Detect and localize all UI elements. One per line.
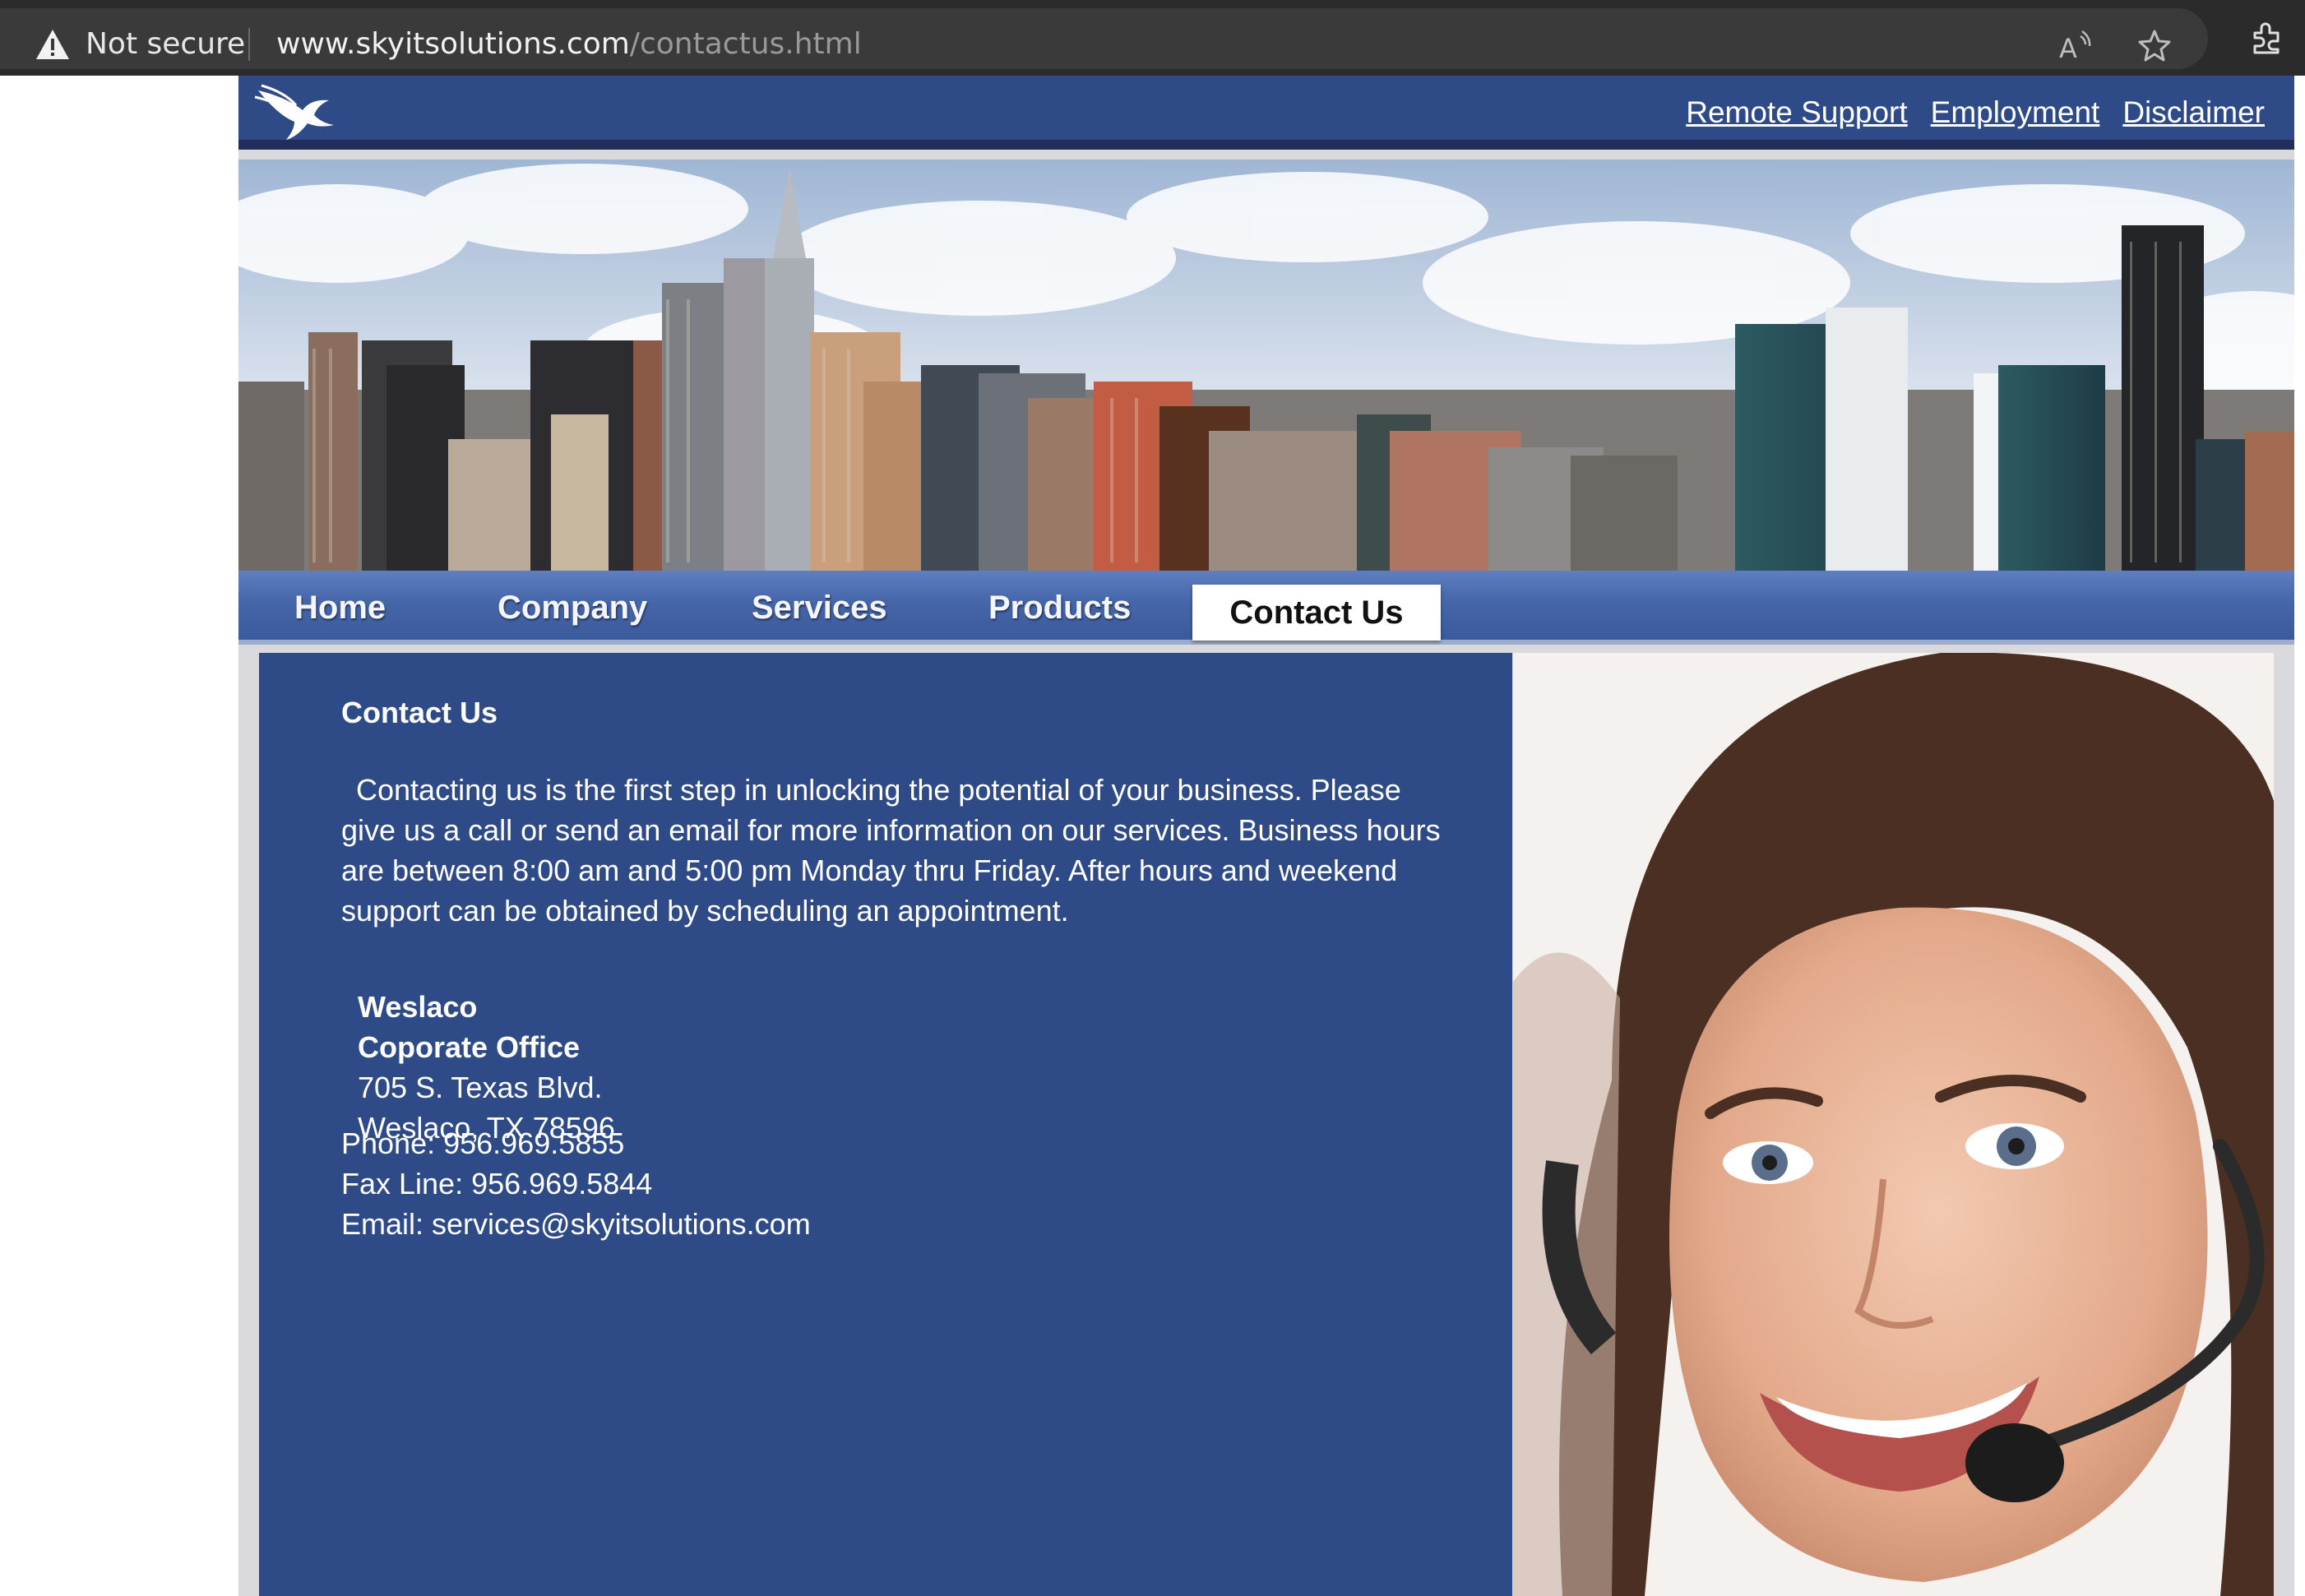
contact-content-panel: Contact Us Contacting us is the first st…	[259, 653, 1512, 1596]
site-header: Remote Support Employment Disclaimer	[238, 76, 2294, 150]
office-name: Coporate Office	[358, 1030, 581, 1064]
address-bar[interactable]: Not secure www.skyitsolutions.com/contac…	[0, 8, 2208, 69]
eagle-logo-icon[interactable]	[253, 82, 336, 145]
svg-text:A: A	[2059, 33, 2077, 64]
website: Remote Support Employment Disclaimer Hom…	[238, 76, 2294, 1596]
header-links: Remote Support Employment Disclaimer	[1686, 94, 2265, 132]
address-divider	[248, 28, 250, 61]
intro-text: Contacting us is the first step in unloc…	[341, 773, 1441, 928]
nav-products[interactable]: Products	[988, 587, 1131, 628]
star-icon[interactable]	[2136, 28, 2173, 64]
nav-home[interactable]: Home	[294, 587, 386, 628]
nav-company[interactable]: Company	[498, 587, 647, 628]
remote-support-link[interactable]: Remote Support	[1686, 94, 1907, 132]
office-city: Weslaco	[358, 990, 478, 1024]
url-path: /contactus.html	[629, 27, 862, 61]
fax-line: Fax Line: 956.969.5844	[341, 1167, 653, 1200]
intro-paragraph: Contacting us is the first step in unloc…	[341, 770, 1443, 931]
url-host: www.skyitsolutions.com	[276, 27, 630, 61]
support-agent-photo	[1513, 653, 2274, 1596]
phone-line: Phone: 956.969.5855	[341, 1126, 625, 1160]
contact-details: Phone: 956.969.5855 Fax Line: 956.969.58…	[341, 1123, 811, 1244]
main-nav: Home Company Services Products Contact U…	[238, 571, 2294, 645]
security-status-label[interactable]: Not secure	[86, 25, 245, 64]
email-line: Email: services@skyitsolutions.com	[341, 1207, 811, 1241]
warning-icon[interactable]	[35, 28, 71, 61]
nav-services[interactable]: Services	[752, 587, 887, 628]
disclaimer-link[interactable]: Disclaimer	[2122, 94, 2265, 132]
browser-toolbar: Not secure www.skyitsolutions.com/contac…	[0, 0, 2305, 76]
page-margin	[2274, 653, 2294, 1596]
read-aloud-icon[interactable]: A	[2056, 28, 2092, 64]
address-line-1: 705 S. Texas Blvd.	[358, 1071, 603, 1104]
extensions-icon[interactable]	[2248, 20, 2286, 58]
employment-link[interactable]: Employment	[1931, 94, 2100, 132]
city-skyline-banner	[238, 160, 2294, 571]
nav-contact-us[interactable]: Contact Us	[1192, 585, 1441, 641]
url-text[interactable]: www.skyitsolutions.com/contactus.html	[276, 25, 862, 64]
page-title: Contact Us	[341, 696, 498, 729]
